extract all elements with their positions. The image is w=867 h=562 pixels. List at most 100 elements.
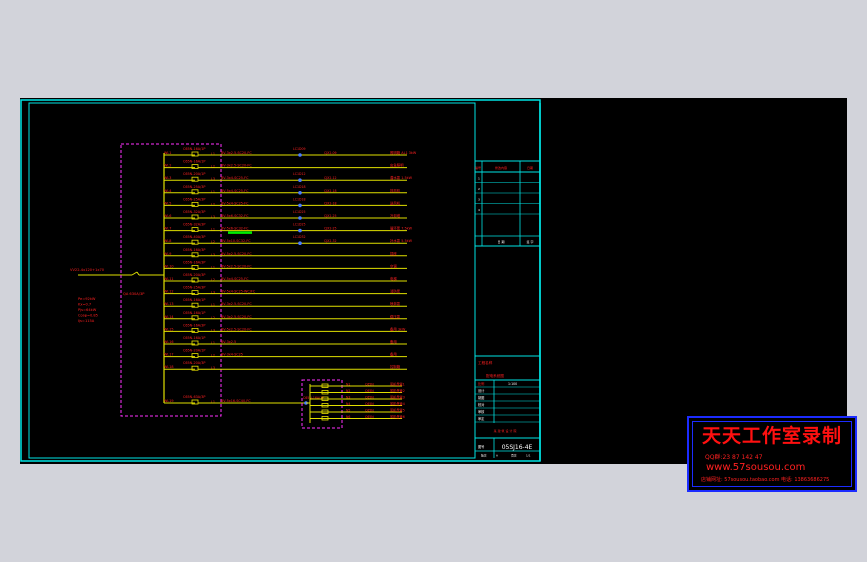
footer-2: A — [496, 454, 498, 458]
info-row-2: 制图 — [478, 395, 484, 400]
cable-label-WL19: BV-5x16-SC40-FC — [221, 399, 251, 403]
breaker-label-WL1: C65N-16A/1P — [183, 147, 205, 151]
subfeeder-load-N2: 风机盘管2 — [390, 388, 405, 393]
contactor-rating-WL8: CJX2-32 — [324, 239, 337, 243]
incoming-cable-label: VV22-4x120+1x70 — [70, 268, 105, 272]
rev-row-4: 4 — [478, 208, 480, 212]
watermark-qq: QQ群:23 87 142 47 — [705, 454, 763, 461]
load-label-WL18: 控制箱 — [390, 364, 401, 369]
watermark-url: www.57sousou.com — [706, 462, 806, 473]
circuit-id-WL2: WL2 — [164, 164, 171, 168]
load-label-WL16: 备用 — [390, 339, 397, 344]
incoming-spec-1: Pe=92kW — [78, 297, 96, 301]
contactor-WL3 — [298, 178, 302, 182]
contactor-label-WL6: LC1D25 — [293, 210, 306, 214]
circuit-id-WL8: WL8 — [164, 239, 171, 243]
load-label-WL11: 电梯 — [390, 276, 397, 281]
contactor-label-WL7: LC1D25 — [293, 223, 306, 227]
main-switch-symbol — [131, 271, 140, 276]
rev-row-3: 3 — [478, 198, 480, 202]
load-label-WL1: 照明箱 AL1 3kW — [390, 150, 417, 155]
subfeeder-id-N4: N4 — [346, 402, 350, 406]
circuit-id-WL4: WL4 — [164, 189, 171, 193]
circuit-id-WL7: WL7 — [164, 227, 171, 231]
contactor-label-WL5: LC1D18 — [293, 197, 306, 201]
circuit-id-WL3: WL3 — [164, 176, 171, 180]
cable-label-WL4: BV-5x4-SC25-FC — [221, 189, 249, 193]
cable-label-WL10: BV-5x2.5-SC20-FC — [221, 264, 252, 268]
info-row-1: 设计 — [478, 388, 485, 393]
contactor-label-WL8: LC1D32 — [293, 235, 306, 239]
load-label-WL8: 补水泵 5.5kW — [390, 238, 413, 243]
contactor-WL1 — [298, 153, 302, 157]
watermark-badge: 天天工作室录制 QQ群:23 87 142 47 www.57sousou.co… — [687, 416, 857, 492]
circuit-id-WL14: WL14 — [164, 315, 174, 319]
footer-1: 版次 — [481, 454, 487, 458]
load-label-WL17: 备用 — [390, 352, 397, 357]
circuit-id-WL12: WL12 — [164, 290, 174, 294]
load-label-WL7: 循环泵 7.5kW — [390, 226, 413, 231]
incoming-spec-2: Kx=0.7 — [78, 303, 91, 307]
subfeeder-breaker-label-N6: C65N — [365, 415, 374, 419]
breaker-label-WL17: C65N-20A/1P — [183, 349, 205, 353]
drawing-label: 配电系统图 — [486, 373, 504, 378]
circuit-id-WL9: WL9 — [164, 252, 171, 256]
subfeeder-load-N5: 风机盘管5 — [390, 408, 405, 413]
load-label-WL13: 喷淋泵 — [390, 301, 401, 306]
load-label-WL3: 潜水泵 1.5kW — [390, 175, 413, 180]
cable-label-WL13: BV-3x2.5-SC20-FC — [221, 302, 252, 306]
cable-label-WL15: BV-5x2.5-SC20-FC — [221, 327, 252, 331]
info-row-3: 校对 — [478, 402, 485, 407]
main-switch-label: QA 630A/3P — [123, 292, 145, 296]
breaker-label-WL7: C65N-32A/3P — [183, 223, 205, 227]
scale-value: 1:100 — [508, 382, 517, 386]
watermark-title: 天天工作室录制 — [701, 425, 842, 447]
rev-header-3: 日期 — [527, 165, 533, 170]
load-label-WL9: 插座 — [390, 251, 397, 256]
cable-label-WL12: BV-5x4-SC25-WC/FC — [221, 290, 256, 294]
contactor-WL6 — [298, 216, 302, 220]
breaker-label-WL11: C65N-20A/3P — [183, 273, 205, 277]
subfeeder-id-N3: N3 — [346, 396, 350, 400]
circuit-id-WL5: WL5 — [164, 201, 171, 205]
breaker-label-WL2: C65N-16A/1P — [183, 160, 205, 164]
circuit-id-WL13: WL13 — [164, 302, 174, 306]
breaker-label-WL19: C65N-63A/3P — [183, 395, 205, 399]
company-name: 某 建 筑 设 计 院 — [494, 428, 517, 433]
breaker-label-WL4: C65N-25A/3P — [183, 185, 205, 189]
contactor-rating-WL3: CJX2-12 — [324, 176, 337, 180]
subfeeder-breaker-label-N2: C65N — [365, 389, 374, 393]
subfeeder-load-N6: 风机盘管6 — [390, 414, 405, 419]
circuit-id-WL19: WL19 — [164, 399, 174, 403]
subfeeder-id-N6: N6 — [346, 415, 350, 419]
load-label-WL5: 送风机 — [390, 200, 401, 205]
electrical-distribution-drawing: VV22-4x120+1x70 QA 630A/3P Pe=92kW Kx=0.7Pj… — [20, 99, 541, 462]
breaker-label-WL14: C65N-16A/1P — [183, 311, 205, 315]
subfeeder-load-N3: 风机盘管3 — [390, 395, 405, 400]
rev-row-2: 2 — [478, 187, 480, 191]
circuit-id-WL10: WL10 — [164, 264, 174, 268]
rev-date-label: 日 期 — [498, 239, 505, 244]
scale-label: 比例 — [478, 381, 484, 386]
drawing-number: 05SJ16-4E — [502, 444, 533, 451]
info-row-4: 审核 — [478, 409, 485, 414]
load-label-WL2: 应急照明 — [390, 163, 404, 168]
contactor-WL4 — [298, 191, 302, 195]
contactor-rating-WL6: CJX2-25 — [324, 214, 337, 218]
circuit-id-WL11: WL11 — [164, 277, 174, 281]
contactor-label-WL1: LC1D09 — [293, 147, 306, 151]
cad-viewport[interactable]: VV22-4x120+1x70 QA 630A/3P Pe=92kW Kx=0.7 Pj… — [20, 98, 857, 492]
cable-label-WL7: BV-5x6-SC32-FC — [221, 227, 249, 231]
breaker-label-WL13: C65N-16A/1P — [183, 298, 205, 302]
load-label-WL15: 备用 3kW — [390, 326, 406, 331]
footer-3: 页次 — [511, 454, 517, 458]
breaker-label-WL3: C65N-20A/1P — [183, 172, 205, 176]
breaker-label-WL5: C65N-25A/3P — [183, 197, 205, 201]
rev-header-1: 编号 — [475, 165, 481, 170]
load-label-WL4: 排风机 — [390, 188, 401, 193]
info-row-5: 审定 — [478, 416, 485, 421]
contactor-rating-WL7: CJX2-25 — [324, 227, 337, 231]
contactor-rating-WL1: CJX2-09 — [324, 151, 337, 155]
subfeeder-id-N2: N2 — [346, 389, 350, 393]
footer-4: 1/1 — [526, 454, 531, 458]
